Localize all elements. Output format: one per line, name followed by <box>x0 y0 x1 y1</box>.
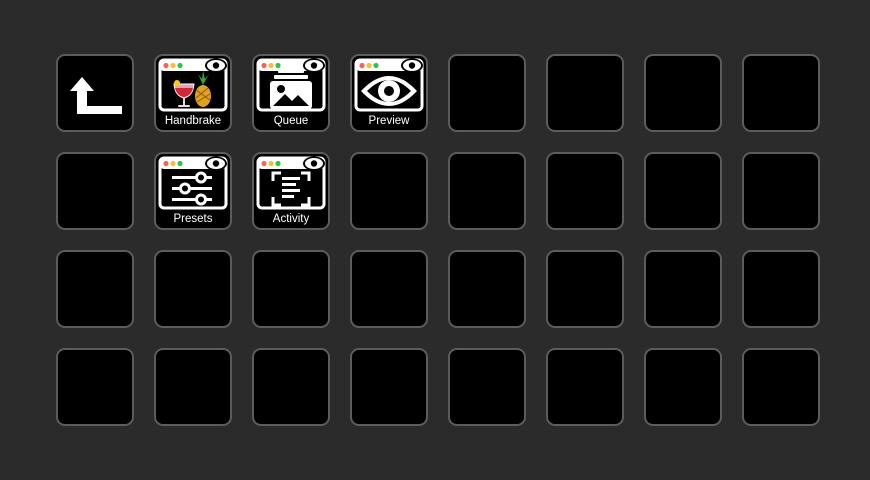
key-presets[interactable]: Presets <box>154 152 232 230</box>
key-label: Activity <box>272 213 310 225</box>
key-empty[interactable] <box>56 152 134 230</box>
key-empty[interactable] <box>644 152 722 230</box>
key-empty[interactable] <box>742 250 820 328</box>
key-empty[interactable] <box>350 348 428 426</box>
key-handbrake[interactable]: Handbrake <box>154 54 232 132</box>
key-empty[interactable] <box>56 348 134 426</box>
key-preview[interactable]: Preview <box>350 54 428 132</box>
key-label: Presets <box>173 213 213 225</box>
key-label: Queue <box>273 115 309 127</box>
key-empty[interactable] <box>448 250 526 328</box>
key-empty[interactable] <box>644 250 722 328</box>
key-back[interactable] <box>56 54 134 132</box>
key-empty[interactable] <box>546 348 624 426</box>
key-empty[interactable] <box>154 250 232 328</box>
key-empty[interactable] <box>546 54 624 132</box>
key-empty[interactable] <box>742 152 820 230</box>
back-arrow-icon <box>70 77 122 114</box>
key-grid: Handbrake Queue Preview Presets Activity <box>56 54 820 426</box>
key-empty[interactable] <box>56 250 134 328</box>
key-empty[interactable] <box>350 152 428 230</box>
key-empty[interactable] <box>742 348 820 426</box>
key-empty[interactable] <box>742 54 820 132</box>
key-queue[interactable]: Queue <box>252 54 330 132</box>
key-empty[interactable] <box>546 250 624 328</box>
key-empty[interactable] <box>350 250 428 328</box>
key-empty[interactable] <box>448 54 526 132</box>
key-empty[interactable] <box>154 348 232 426</box>
key-label: Handbrake <box>164 115 222 127</box>
key-empty[interactable] <box>644 54 722 132</box>
key-label: Preview <box>368 115 410 127</box>
key-activity[interactable]: Activity <box>252 152 330 230</box>
key-empty[interactable] <box>546 152 624 230</box>
key-empty[interactable] <box>252 348 330 426</box>
key-empty[interactable] <box>448 152 526 230</box>
key-empty[interactable] <box>644 348 722 426</box>
key-empty[interactable] <box>448 348 526 426</box>
key-empty[interactable] <box>252 250 330 328</box>
